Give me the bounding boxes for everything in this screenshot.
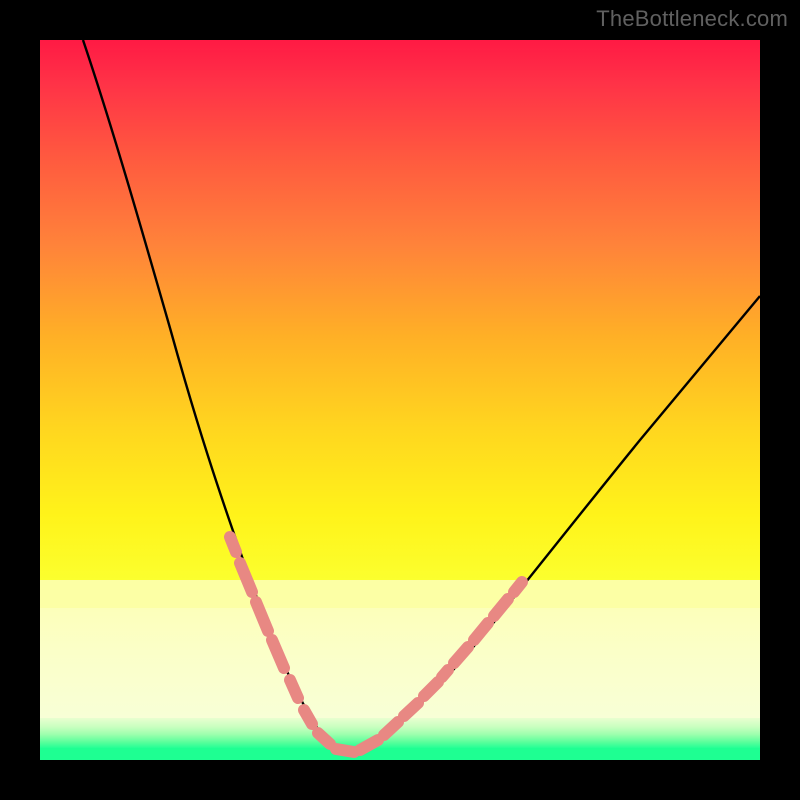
curve-highlight-bottom xyxy=(304,710,398,752)
plot-area xyxy=(40,40,760,760)
curve-svg xyxy=(40,40,760,760)
curve-highlight-right xyxy=(404,582,522,716)
bottleneck-curve-path xyxy=(83,40,760,752)
watermark-text: TheBottleneck.com xyxy=(596,6,788,32)
chart-frame: TheBottleneck.com xyxy=(0,0,800,800)
